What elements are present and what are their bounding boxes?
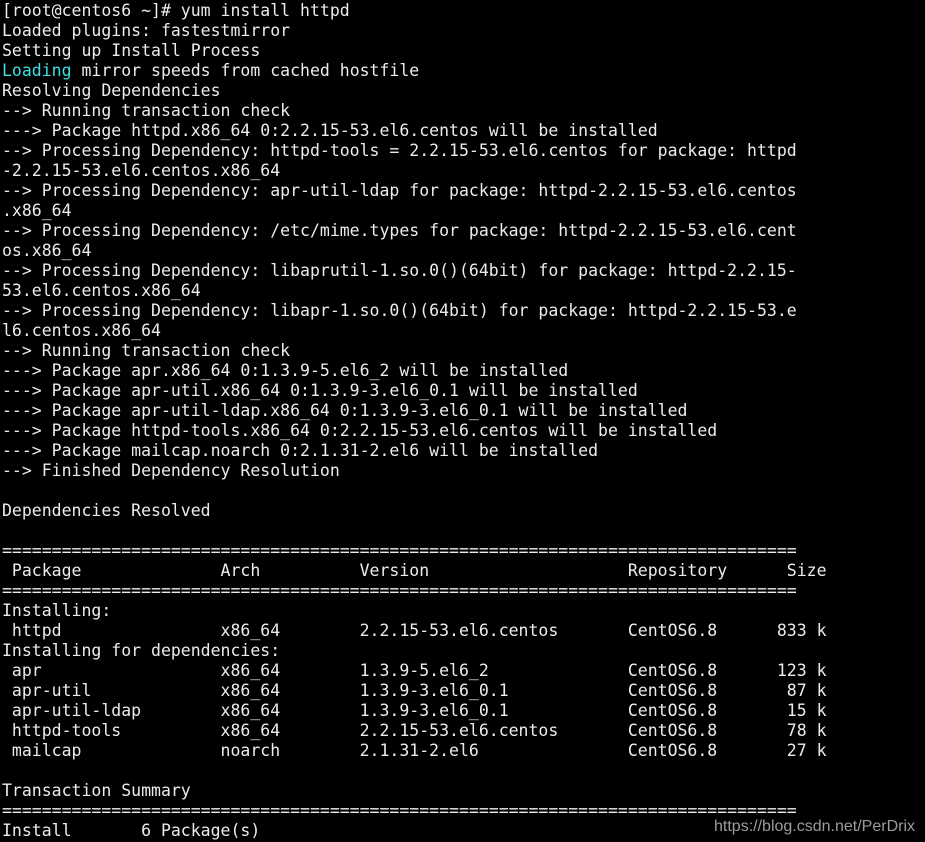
terminal-line: Resolving Dependencies bbox=[2, 81, 221, 100]
terminal-line: --> Processing Dependency: libaprutil-1.… bbox=[2, 261, 797, 280]
terminal-line-loading: Loading mirror speeds from cached hostfi… bbox=[2, 61, 925, 81]
terminal-output[interactable]: [root@centos6 ~]# yum install httpd Load… bbox=[2, 1, 925, 842]
terminal-line: ---> Package httpd.x86_64 0:2.2.15-53.el… bbox=[2, 121, 658, 140]
terminal-line: --> Processing Dependency: httpd-tools =… bbox=[2, 141, 797, 160]
terminal-line: .x86_64 bbox=[2, 201, 72, 220]
loading-rest: mirror speeds from cached hostfile bbox=[71, 61, 420, 80]
terminal-line-prompt: [root@centos6 ~]# yum install httpd bbox=[2, 1, 350, 20]
terminal-line: -2.2.15-53.el6.centos.x86_64 bbox=[2, 161, 281, 180]
terminal-line: --> Processing Dependency: /etc/mime.typ… bbox=[2, 221, 797, 240]
table-row: apr x86_64 1.3.9-5.el6_2 CentOS6.8 123 k bbox=[2, 661, 827, 680]
terminal-line: --> Finished Dependency Resolution bbox=[2, 461, 340, 480]
terminal-line: ---> Package mailcap.noarch 0:2.1.31-2.e… bbox=[2, 441, 599, 460]
table-row: apr-util-ldap x86_64 1.3.9-3.el6_0.1 Cen… bbox=[2, 701, 827, 720]
table-row: mailcap noarch 2.1.31-2.el6 CentOS6.8 27… bbox=[2, 741, 827, 760]
terminal-line: os.x86_64 bbox=[2, 241, 92, 260]
table-divider: ========================================… bbox=[2, 541, 797, 560]
table-section-heading: Installing: bbox=[2, 601, 112, 620]
terminal-line: --> Processing Dependency: libapr-1.so.0… bbox=[2, 301, 797, 320]
table-divider: ========================================… bbox=[2, 581, 797, 600]
transaction-summary-heading: Transaction Summary bbox=[2, 781, 191, 800]
terminal-line: --> Running transaction check bbox=[2, 341, 291, 360]
table-row: httpd-tools x86_64 2.2.15-53.el6.centos … bbox=[2, 721, 827, 740]
table-row: apr-util x86_64 1.3.9-3.el6_0.1 CentOS6.… bbox=[2, 681, 827, 700]
table-row: httpd x86_64 2.2.15-53.el6.centos CentOS… bbox=[2, 621, 827, 640]
terminal-line: Setting up Install Process bbox=[2, 41, 261, 60]
terminal-line: ---> Package apr-util-ldap.x86_64 0:1.3.… bbox=[2, 401, 688, 420]
loading-keyword: Loading bbox=[2, 61, 72, 80]
watermark-text: https://blog.csdn.net/PerDrix bbox=[714, 818, 915, 835]
table-header: Package Arch Version Repository Size bbox=[2, 561, 827, 580]
terminal-line: --> Running transaction check bbox=[2, 101, 291, 120]
table-section-heading: Installing for dependencies: bbox=[2, 641, 281, 660]
terminal-line: Dependencies Resolved bbox=[2, 501, 211, 520]
terminal-line: 53.el6.centos.x86_64 bbox=[2, 281, 201, 300]
terminal-line: ---> Package apr.x86_64 0:1.3.9-5.el6_2 … bbox=[2, 361, 569, 380]
terminal-line: ---> Package httpd-tools.x86_64 0:2.2.15… bbox=[2, 421, 718, 440]
terminal-line: l6.centos.x86_64 bbox=[2, 321, 161, 340]
terminal-line: --> Processing Dependency: apr-util-ldap… bbox=[2, 181, 797, 200]
terminal-line: ---> Package apr-util.x86_64 0:1.3.9-3.e… bbox=[2, 381, 638, 400]
terminal-line: Loaded plugins: fastestmirror bbox=[2, 21, 291, 40]
